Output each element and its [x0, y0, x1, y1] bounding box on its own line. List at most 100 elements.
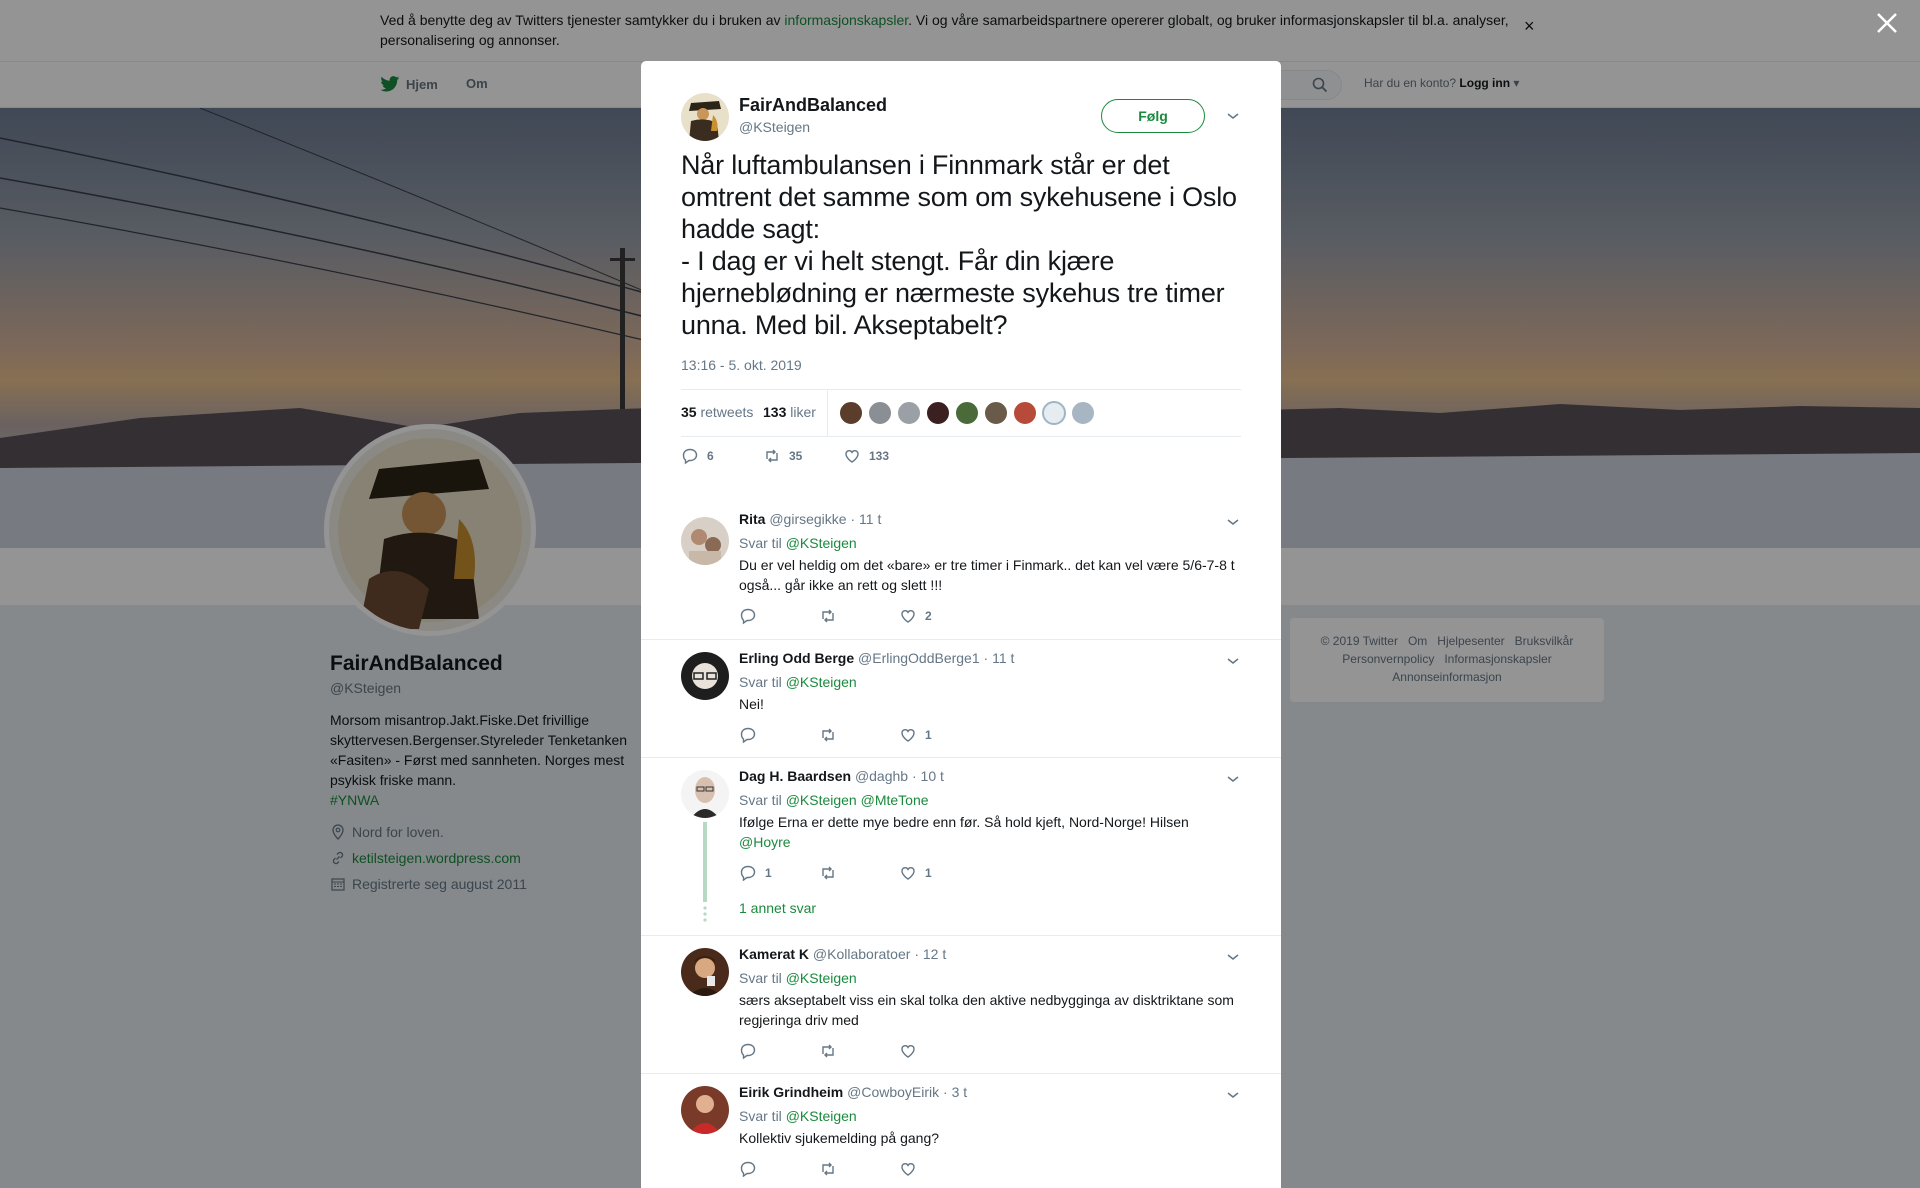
reply-item[interactable]: Rita @girsegikke · 11 t Svar til @KSteig… [641, 501, 1281, 639]
reply-button[interactable] [739, 607, 765, 625]
reply-actions: 1 [739, 726, 1039, 746]
thread-dots-icon [703, 906, 707, 922]
tweet-modal: FairAndBalanced @KSteigen Følg Når lufta… [641, 61, 1281, 1188]
chevron-down-icon[interactable] [1226, 772, 1240, 786]
like-stat[interactable]: 133 liker [763, 404, 816, 420]
reply-avatar[interactable] [681, 517, 729, 565]
reply-actions: 1 1 [739, 864, 1039, 884]
reply-avatar-image [681, 517, 729, 565]
tweet-timestamp[interactable]: 13:16 - 5. okt. 2019 [681, 357, 802, 373]
reply-item[interactable]: Kamerat K @Kollaboratoer · 12 t Svar til… [641, 935, 1281, 1073]
follow-button[interactable]: Følg [1101, 99, 1205, 133]
liker-avatar[interactable] [839, 401, 863, 425]
reply-item[interactable]: Erling Odd Berge @ErlingOddBerge1 · 11 t… [641, 639, 1281, 757]
chevron-down-icon[interactable] [1226, 654, 1240, 668]
reply-author-name[interactable]: Kamerat K [739, 946, 809, 962]
chevron-down-icon[interactable] [1226, 1088, 1240, 1102]
reply-item[interactable]: Dag H. Baardsen @daghb · 10 t Svar til @… [641, 757, 1281, 935]
reply-time[interactable]: · 12 t [914, 946, 946, 962]
reply-author-name[interactable]: Erling Odd Berge [739, 650, 854, 666]
retweet-button[interactable] [819, 1042, 845, 1060]
tweet-author-avatar[interactable] [681, 93, 729, 141]
reply-to: Svar til @KSteigen [739, 970, 857, 986]
reply-to: Svar til @KSteigen [739, 535, 857, 551]
liker-avatar[interactable] [984, 401, 1008, 425]
reply-to-link[interactable]: @KSteigen [786, 535, 857, 551]
retweet-icon [822, 1162, 834, 1176]
reply-author-handle[interactable]: @girsegikke [769, 511, 846, 527]
tweet-header: FairAndBalanced @KSteigen Følg [681, 93, 1241, 145]
reply-button[interactable] [739, 1042, 765, 1060]
heart-icon [901, 867, 915, 880]
like-button[interactable]: 1 [899, 864, 932, 882]
reply-author-handle[interactable]: @ErlingOddBerge1 [858, 650, 980, 666]
close-icon[interactable] [1874, 10, 1900, 36]
tweet-stats: 35 retweets 133 liker [681, 389, 1241, 437]
reply-to-link[interactable]: @KSteigen @MteTone [786, 792, 929, 808]
reply-author-handle[interactable]: @daghb [855, 768, 908, 784]
retweet-button[interactable] [819, 1160, 845, 1178]
retweet-button[interactable]: 35 [763, 447, 802, 465]
reply-header: Dag H. Baardsen @daghb · 10 t [739, 768, 944, 784]
like-button[interactable]: 2 [899, 607, 932, 625]
reply-header: Eirik Grindheim @CowboyEirik · 3 t [739, 1084, 967, 1100]
more-replies-link[interactable]: 1 annet svar [739, 900, 816, 916]
retweet-icon [822, 609, 834, 623]
reply-to: Svar til @KSteigen [739, 674, 857, 690]
reply-time[interactable]: · 3 t [943, 1084, 967, 1100]
reply-avatar[interactable] [681, 652, 729, 700]
chevron-down-icon[interactable] [1226, 109, 1240, 123]
liker-avatar[interactable] [868, 401, 892, 425]
retweet-button[interactable] [819, 864, 845, 882]
reply-time[interactable]: · 11 t [984, 650, 1015, 666]
retweet-button[interactable] [819, 607, 845, 625]
like-button[interactable]: 1 [899, 726, 932, 744]
reply-avatar-image [681, 770, 729, 818]
mention-link[interactable]: @Hoyre [739, 834, 791, 850]
reply-author-handle[interactable]: @CowboyEirik [847, 1084, 939, 1100]
reply-author-name[interactable]: Eirik Grindheim [739, 1084, 843, 1100]
liker-avatar[interactable] [1013, 401, 1037, 425]
reply-time[interactable]: · 11 t [850, 511, 881, 527]
reply-avatar[interactable] [681, 770, 729, 818]
reply-text: Kollektiv sjukemelding på gang? [739, 1130, 940, 1146]
reply-item[interactable]: Eirik Grindheim @CowboyEirik · 3 t Svar … [641, 1073, 1281, 1188]
reply-actions: 2 [739, 607, 1039, 627]
reply-text: Nei! [739, 696, 764, 712]
chevron-down-icon[interactable] [1226, 950, 1240, 964]
reply-button[interactable] [739, 726, 765, 744]
chevron-down-icon[interactable] [1226, 515, 1240, 529]
reply-icon [740, 865, 756, 882]
reply-time[interactable]: · 10 t [912, 768, 944, 784]
retweet-stat[interactable]: 35 retweets [681, 404, 753, 420]
reply-avatar-image [681, 948, 729, 996]
reply-author-name[interactable]: Dag H. Baardsen [739, 768, 851, 784]
liker-avatar[interactable] [926, 401, 950, 425]
heart-icon [901, 729, 915, 742]
reply-author-name[interactable]: Rita [739, 511, 765, 527]
reply-avatar[interactable] [681, 1086, 729, 1134]
liker-avatar[interactable] [955, 401, 979, 425]
liker-avatar[interactable] [1071, 401, 1095, 425]
like-button[interactable] [899, 1042, 925, 1060]
reply-to-link[interactable]: @KSteigen [786, 970, 857, 986]
reply-avatar[interactable] [681, 948, 729, 996]
tweet-author-name[interactable]: FairAndBalanced [739, 95, 887, 116]
reply-button[interactable] [739, 1160, 765, 1178]
like-button[interactable] [899, 1160, 925, 1178]
heart-icon [901, 610, 915, 623]
reply-button[interactable]: 1 [739, 864, 772, 882]
retweet-icon [822, 866, 834, 880]
retweet-button[interactable] [819, 726, 845, 744]
reply-button[interactable]: 6 [681, 447, 714, 465]
liker-avatar[interactable] [1042, 401, 1066, 425]
like-button[interactable]: 133 [843, 447, 889, 465]
liker-avatar[interactable] [897, 401, 921, 425]
tweet-author-handle[interactable]: @KSteigen [739, 119, 810, 135]
reply-header: Rita @girsegikke · 11 t [739, 511, 881, 527]
reply-author-handle[interactable]: @Kollaboratoer [813, 946, 911, 962]
heart-icon [901, 1163, 915, 1176]
reply-to-link[interactable]: @KSteigen [786, 674, 857, 690]
reply-icon [740, 1043, 756, 1060]
reply-to-link[interactable]: @KSteigen [786, 1108, 857, 1124]
